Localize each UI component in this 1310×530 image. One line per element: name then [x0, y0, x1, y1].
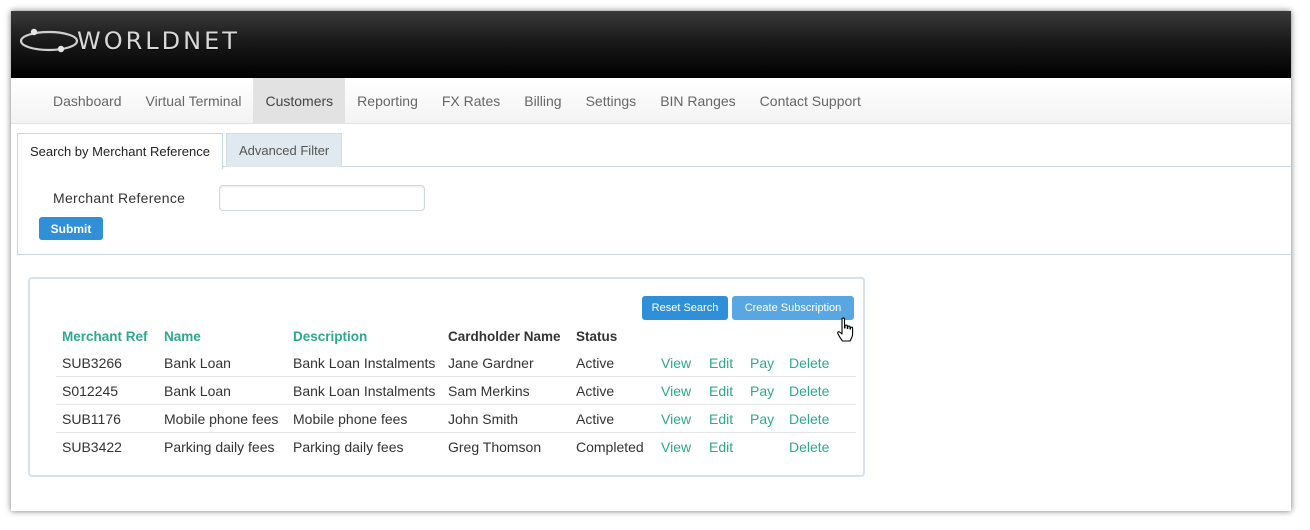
cell-description: Parking daily fees — [287, 432, 442, 460]
cell-cardholder: Sam Merkins — [442, 376, 570, 405]
cell-status: Active — [576, 354, 615, 371]
search-tabs: Search by Merchant Reference Advanced Fi… — [17, 133, 1291, 255]
pay-link[interactable]: Pay — [744, 349, 783, 377]
table-row: SUB1176 Mobile phone fees Mobile phone f… — [56, 404, 856, 433]
cell-cardholder: John Smith — [442, 404, 570, 433]
pay-link[interactable]: Pay — [744, 404, 783, 433]
nav-item-virtual-terminal[interactable]: Virtual Terminal — [134, 78, 254, 123]
cell-merchant-ref: SUB1176 — [56, 404, 158, 433]
cell-description: Mobile phone fees — [287, 404, 442, 433]
cell-status: Completed — [570, 432, 655, 460]
reset-search-button[interactable]: Reset Search — [642, 296, 728, 320]
table-row: SUB3422 Parking daily fees Parking daily… — [56, 432, 856, 460]
column-header-pay — [744, 323, 783, 349]
delete-link[interactable]: Delete — [783, 376, 856, 405]
cell-merchant-ref: S012245 — [56, 376, 158, 405]
nav-item-fx-rates[interactable]: FX Rates — [430, 78, 512, 123]
view-link[interactable]: View — [655, 349, 703, 377]
delete-link[interactable]: Delete — [783, 349, 856, 377]
results-panel: Reset Search Create Subscription Merchan… — [28, 277, 865, 477]
column-header-description[interactable]: Description — [287, 323, 442, 349]
cell-status: Active — [570, 404, 655, 433]
nav-item-dashboard[interactable]: Dashboard — [41, 78, 134, 123]
edit-link[interactable]: Edit — [703, 349, 744, 377]
cell-merchant-ref: SUB3266 — [62, 354, 122, 371]
column-header-name[interactable]: Name — [158, 323, 287, 349]
merchant-reference-label: Merchant Reference — [53, 190, 186, 206]
column-header-merchant-ref[interactable]: Merchant Ref — [56, 323, 158, 349]
search-panel: Merchant Reference Submit — [17, 166, 1291, 255]
merchant-reference-input[interactable] — [219, 185, 425, 211]
view-link[interactable]: View — [655, 376, 703, 405]
cell-cardholder: Jane Gardner — [448, 354, 534, 371]
tab-advanced-filter[interactable]: Advanced Filter — [225, 133, 343, 167]
app-header: WORLDNET — [11, 11, 1291, 78]
tab-strip: Search by Merchant Reference Advanced Fi… — [17, 133, 1291, 169]
pay-link[interactable]: Pay — [744, 376, 783, 405]
cell-status: Active — [570, 376, 655, 405]
column-header-edit — [703, 323, 744, 349]
main-nav: Dashboard Virtual Terminal Customers Rep… — [11, 78, 1291, 124]
edit-link[interactable]: Edit — [703, 404, 744, 433]
app-window: WORLDNET Dashboard Virtual Terminal Cust… — [11, 11, 1291, 511]
view-link[interactable]: View — [655, 432, 703, 460]
orbit-ring-icon — [19, 28, 79, 53]
delete-link[interactable]: Delete — [783, 432, 856, 460]
nav-item-bin-ranges[interactable]: BIN Ranges — [648, 78, 747, 123]
cell-cardholder: Greg Thomson — [442, 432, 570, 460]
table-row: S012245 Bank Loan Bank Loan Instalments … — [56, 376, 856, 405]
cell-name: Bank Loan — [164, 354, 231, 371]
view-link[interactable]: View — [655, 404, 703, 433]
cell-description: Bank Loan Instalments — [287, 376, 442, 405]
nav-item-settings[interactable]: Settings — [574, 78, 649, 123]
column-header-status: Status — [576, 328, 618, 344]
column-header-delete — [783, 323, 856, 349]
cell-name: Bank Loan — [158, 376, 287, 405]
nav-item-reporting[interactable]: Reporting — [345, 78, 430, 123]
table-row: SUB3266 Bank Loan Bank Loan Instalments … — [56, 349, 856, 377]
nav-item-customers[interactable]: Customers — [253, 78, 346, 123]
cell-merchant-ref: SUB3422 — [56, 432, 158, 460]
nav-item-billing[interactable]: Billing — [512, 78, 573, 123]
nav-item-contact-support[interactable]: Contact Support — [748, 78, 873, 123]
pay-link — [744, 432, 783, 460]
submit-button[interactable]: Submit — [39, 217, 103, 240]
cell-name: Parking daily fees — [158, 432, 287, 460]
column-header-cardholder-name: Cardholder Name — [448, 328, 561, 344]
edit-link[interactable]: Edit — [703, 376, 744, 405]
cell-description: Bank Loan Instalments — [293, 354, 436, 371]
tab-search-by-merchant-reference[interactable]: Search by Merchant Reference — [17, 133, 223, 169]
cell-name: Mobile phone fees — [158, 404, 287, 433]
edit-link[interactable]: Edit — [703, 432, 744, 460]
subscriptions-table: Merchant Ref Name Description Cardholder… — [56, 323, 856, 460]
delete-link[interactable]: Delete — [783, 404, 856, 433]
column-header-view — [655, 323, 703, 349]
brand-name: WORLDNET — [77, 27, 240, 55]
table-header-row: Merchant Ref Name Description Cardholder… — [56, 323, 856, 349]
brand-logo[interactable]: WORLDNET — [17, 24, 240, 58]
